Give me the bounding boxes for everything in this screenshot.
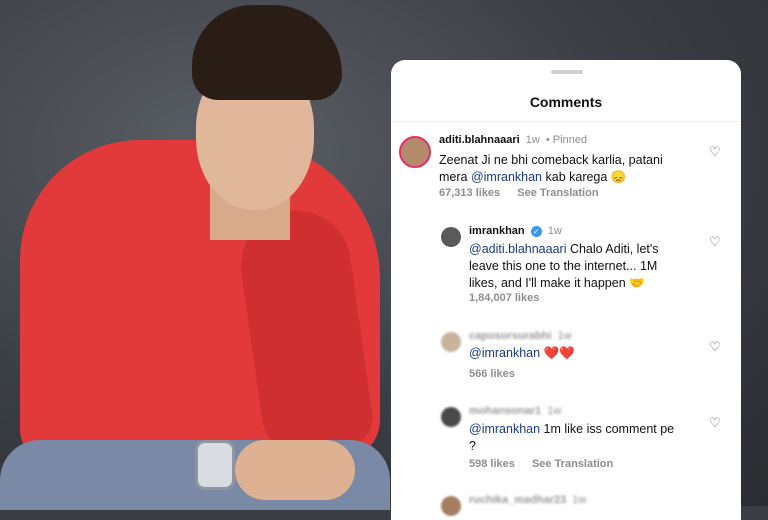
comment-text: @imrankhan ❤️❤️ [469,346,575,360]
avatar[interactable] [441,227,461,247]
mention-link[interactable]: @imrankhan [471,170,542,184]
heart-outline-icon[interactable]: ♡ [709,415,721,431]
comments-panel: Comments aditi.blahnaaari 1w • Pinned Ze… [391,60,741,520]
comment-meta: caposorsurabhi 1w [469,330,572,342]
panel-title: Comments [529,94,603,110]
timestamp: 1w [547,405,562,417]
comment-meta: mohansonar1 1w [469,405,561,417]
comment-actions: 67,313 likes See Translation [439,187,599,199]
wristwatch [195,440,235,490]
mention-link[interactable]: @aditi.blahnaaari [469,242,566,256]
comment-actions: 598 likes See Translation [469,458,613,470]
timestamp: 1w [547,225,562,237]
mention-link[interactable]: @imrankhan [469,346,540,360]
avatar[interactable] [441,332,461,352]
comment-meta: ruchika_madhar23 1w [469,494,586,506]
divider [391,121,741,122]
comment-text: @imrankhan 1m like iss comment pe ? [469,422,675,453]
timestamp: 1w [557,330,572,342]
username[interactable]: imrankhan [469,225,525,237]
comment-text: @aditi.blahnaaari Chalo Aditi, let's lea… [469,242,659,290]
comment-meta: imrankhan ✓ 1w [469,225,562,237]
username[interactable]: mohansonar1 [469,405,541,417]
verified-badge-icon: ✓ [530,225,542,237]
avatar[interactable] [441,496,461,516]
timestamp: 1w [572,494,587,506]
see-translation-link[interactable]: See Translation [517,187,598,199]
comment-actions: 1,84,007 likes [469,292,539,304]
likes-count[interactable]: 566 likes [469,368,515,380]
likes-count[interactable]: 67,313 likes [439,187,500,199]
username[interactable]: ruchika_madhar23 [469,494,566,506]
heart-outline-icon[interactable]: ♡ [709,144,721,160]
username[interactable]: caposorsurabhi [469,330,552,342]
avatar[interactable] [399,136,431,168]
hair [192,5,342,100]
drag-handle[interactable] [551,70,583,74]
see-translation-link[interactable]: See Translation [532,458,613,470]
mention-link[interactable]: @imrankhan [469,422,540,436]
comment-meta: aditi.blahnaaari 1w • Pinned [439,134,587,146]
pinned-label: • Pinned [545,134,588,146]
likes-count[interactable]: 598 likes [469,458,515,470]
heart-outline-icon[interactable]: ♡ [709,339,721,355]
username[interactable]: aditi.blahnaaari [439,134,520,146]
timestamp: 1w [525,134,540,146]
comment-text: Zeenat Ji ne bhi comeback karlia, patani… [439,153,663,184]
likes-count[interactable]: 1,84,007 likes [469,292,539,304]
avatar[interactable] [441,407,461,427]
comment-actions: 566 likes [469,368,515,380]
hands [235,440,355,500]
heart-outline-icon[interactable]: ♡ [709,234,721,250]
